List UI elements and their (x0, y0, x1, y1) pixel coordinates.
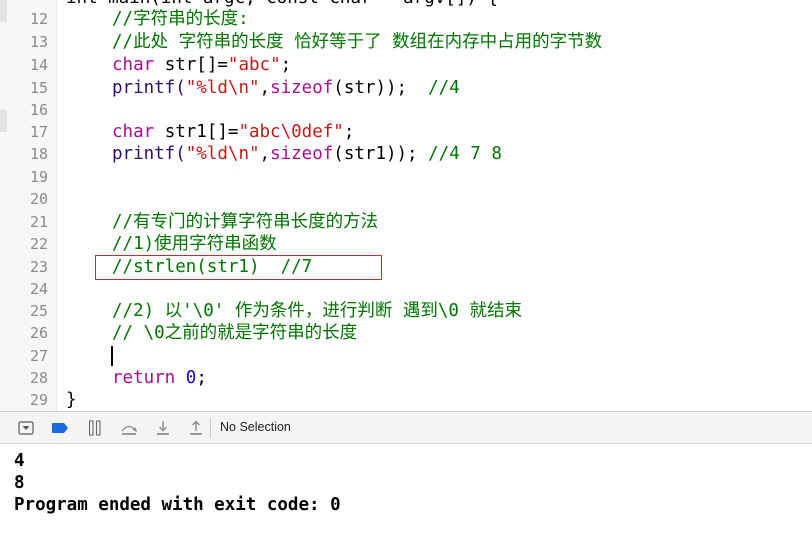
comment: // \0之前的就是字符串的长度 (112, 323, 358, 343)
code-line[interactable]: 20 (0, 188, 812, 210)
line-number: 20 (29, 190, 48, 208)
comment: //此处 字符串的长度 恰好等于了 数组在内存中占用的字节数 (112, 32, 603, 52)
keyword: char (112, 122, 155, 142)
code-line[interactable]: 17 char str1[]="abc\0def"; (0, 121, 812, 143)
code-editor[interactable]: int main(int argc, const char * argv[]) … (0, 0, 812, 411)
code-line[interactable]: 22 //1)使用字符串函数 (0, 233, 812, 255)
console-line: 8 (14, 473, 25, 493)
code-line[interactable]: 21 //有专门的计算字符串长度的方法 (0, 211, 812, 233)
line-number: 15 (29, 79, 48, 97)
line-number: 18 (29, 145, 48, 163)
step-out-icon[interactable] (187, 419, 205, 437)
keyword: sizeof (270, 78, 334, 98)
keyword: char (112, 55, 155, 75)
identifier: (str)); (333, 78, 429, 98)
line-number: 12 (29, 10, 48, 28)
comment: //1)使用字符串函数 (112, 234, 277, 254)
console-line: Program ended with exit code: 0 (14, 495, 341, 515)
keyword: sizeof (270, 144, 334, 164)
code-line[interactable]: 25 //2) 以'\0' 作为条件，进行判断 遇到\0 就结束 (0, 300, 812, 322)
step-into-icon[interactable] (154, 419, 172, 437)
code-line[interactable]: 14 char str[]="abc"; (0, 54, 812, 76)
comment: //2) 以'\0' 作为条件，进行判断 遇到\0 就结束 (112, 301, 523, 321)
selection-label[interactable]: No Selection (220, 420, 291, 434)
code-line[interactable]: 13 //此处 字符串的长度 恰好等于了 数组在内存中占用的字节数 (0, 31, 812, 53)
text-cursor (111, 346, 113, 366)
code-text: printf("%ld\n",sizeof(str1)); //4 7 8 (112, 143, 502, 165)
code-line[interactable]: 27 (0, 345, 812, 367)
line-number: 19 (29, 168, 48, 186)
code-line[interactable]: 12 //字符串的长度: (0, 8, 812, 30)
step-over-icon[interactable] (120, 419, 138, 437)
string-literal: "abc\0def" (238, 122, 344, 142)
console-line: 4 (14, 451, 25, 471)
function-call: printf( (112, 78, 186, 98)
line-number: 26 (29, 324, 48, 342)
console-output[interactable]: 4 8 Program ended with exit code: 0 (0, 444, 812, 548)
code-line[interactable]: 24 (0, 278, 812, 300)
code-line[interactable]: 15 printf("%ld\n",sizeof(str)); //4 (0, 77, 812, 99)
line-number: 22 (29, 235, 48, 253)
line-number: 16 (29, 101, 48, 119)
code-text: char str1[]="abc\0def"; (112, 121, 354, 143)
code-line[interactable]: 26 // \0之前的就是字符串的长度 (0, 322, 812, 344)
punctuation: ; (196, 368, 207, 388)
keyword: return (112, 368, 176, 388)
comment: //字符串的长度: (112, 9, 249, 29)
code-text: char str[]="abc"; (112, 54, 291, 76)
line-number: 21 (29, 213, 48, 231)
comment: //4 7 8 (428, 144, 502, 164)
breakpoint-toggle-icon[interactable] (51, 419, 69, 437)
code-line[interactable]: 28 return 0; (0, 367, 812, 389)
code-text: return 0; (112, 367, 207, 389)
code-line[interactable]: 19 (0, 166, 812, 188)
code-line[interactable]: 16 (0, 99, 812, 121)
line-number: 29 (29, 391, 48, 409)
annotation-highlight-box (95, 255, 382, 280)
line-number: 27 (29, 347, 48, 365)
code-line[interactable]: 18 printf("%ld\n",sizeof(str1)); //4 7 8 (0, 143, 812, 165)
number-literal: 0 (185, 368, 197, 388)
punctuation: , (259, 78, 271, 98)
closing-brace: } (66, 390, 77, 410)
pause-icon[interactable] (86, 419, 104, 437)
comment: //有专门的计算字符串长度的方法 (112, 212, 379, 232)
code-text: printf("%ld\n",sizeof(str)); //4 (112, 77, 460, 99)
string-literal: "%ld\n" (185, 78, 260, 98)
line-number: 23 (29, 258, 48, 276)
hide-debug-area-icon[interactable] (17, 419, 35, 437)
line-number: 17 (29, 123, 48, 141)
line-number: 28 (29, 369, 48, 387)
toolbar-separator (210, 418, 211, 438)
identifier: str1[]= (154, 122, 239, 142)
punctuation: , (259, 144, 271, 164)
comment: //4 (428, 78, 460, 98)
identifier: (str1)); (333, 144, 429, 164)
line-number: 13 (29, 33, 48, 51)
code-line[interactable]: 29 } (0, 389, 812, 411)
debug-bar: No Selection (0, 411, 812, 444)
line-number: 24 (29, 280, 48, 298)
punctuation: ; (280, 55, 292, 75)
line-number: 14 (29, 56, 48, 74)
string-literal: "%ld\n" (185, 144, 260, 164)
string-literal: "abc" (227, 55, 281, 75)
punctuation: ; (343, 122, 355, 142)
identifier: str[]= (154, 55, 228, 75)
function-call: printf( (112, 144, 186, 164)
line-number: 25 (29, 302, 48, 320)
